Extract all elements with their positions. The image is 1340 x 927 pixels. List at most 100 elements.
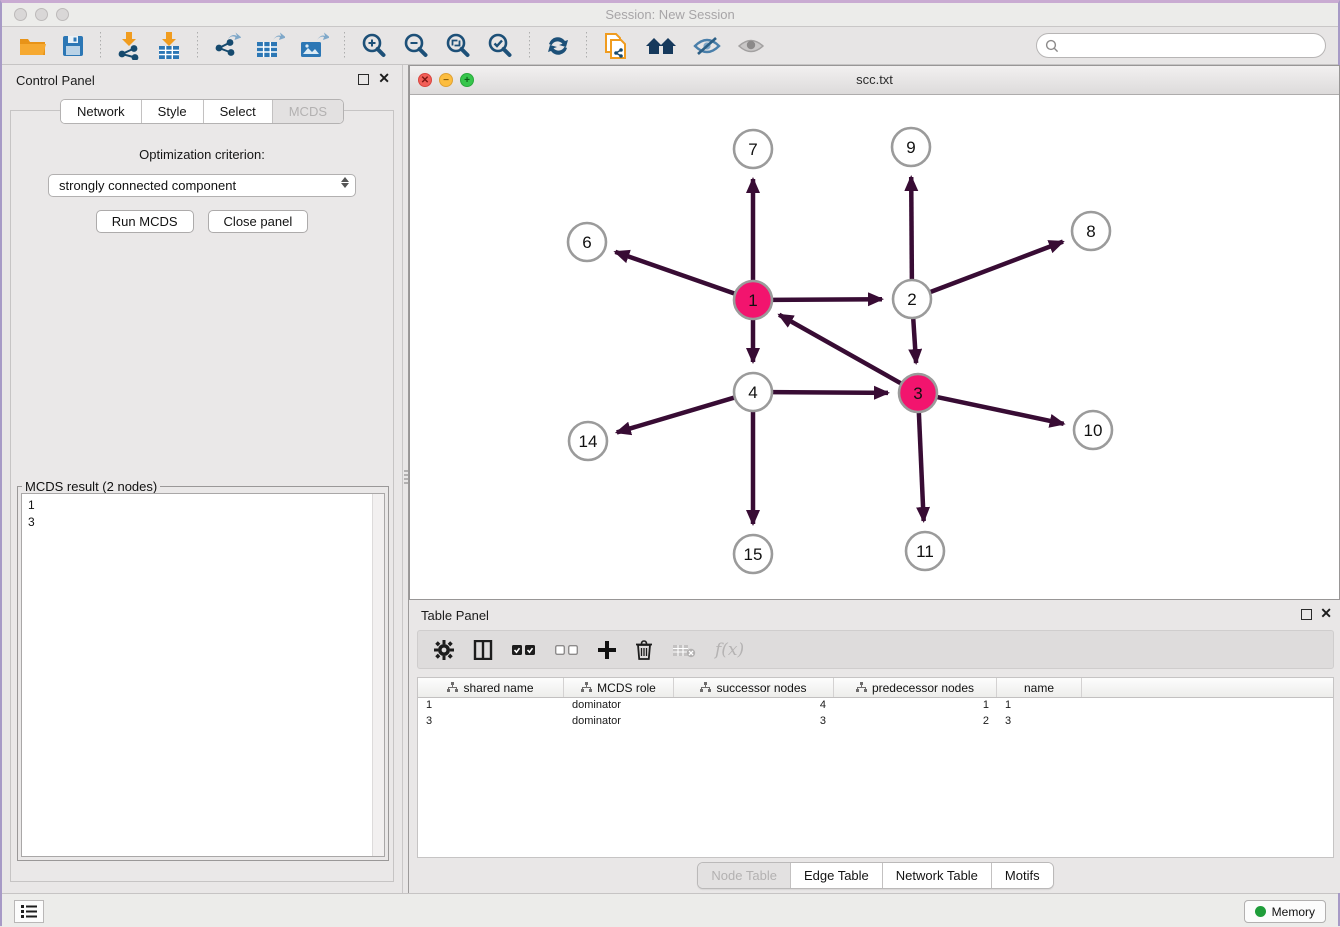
window-zoom-button[interactable] [56,8,69,21]
tab-style[interactable]: Style [142,100,204,123]
zoom-in-icon[interactable] [353,31,395,61]
column-header-shared-name[interactable]: shared name [418,678,564,697]
hierarchy-icon [856,682,867,693]
import-table-icon[interactable] [149,31,189,61]
graph-edge-4-14[interactable] [617,397,735,432]
control-panel-float-button[interactable] [358,74,369,85]
eye-icon[interactable] [729,31,773,61]
table-panel-close-button[interactable]: ✕ [1320,606,1332,620]
tab-select[interactable]: Select [204,100,273,123]
window-minimize-button[interactable] [35,8,48,21]
run-mcds-button[interactable]: Run MCDS [96,210,194,233]
export-table-icon[interactable] [248,31,292,61]
network-window-title: scc.txt [410,66,1339,94]
mcds-result-title: MCDS result (2 nodes) [22,479,160,494]
svg-text:4: 4 [748,383,757,402]
graph-node-7[interactable]: 7 [734,130,772,168]
tab-motifs[interactable]: Motifs [992,863,1053,888]
save-icon[interactable] [54,31,92,61]
tab-network-table[interactable]: Network Table [883,863,992,888]
window-close-button[interactable] [14,8,27,21]
result-line: 3 [28,514,384,531]
network-window-titlebar[interactable]: ✕ − + scc.txt [410,66,1339,95]
add-column-icon[interactable] [598,641,616,659]
column-header-mcds-role[interactable]: MCDS role [564,678,674,697]
graph-node-4[interactable]: 4 [734,373,772,411]
svg-text:1: 1 [748,291,757,310]
column-header-predecessor-nodes[interactable]: predecessor nodes [834,678,997,697]
search-box[interactable] [1036,33,1326,58]
graph-edge-3-11[interactable] [919,412,924,521]
delete-column-icon[interactable] [635,640,653,660]
status-bar: Memory [2,893,1338,927]
table-panel-float-button[interactable] [1301,609,1312,620]
graph-edge-1-6[interactable] [615,252,735,294]
network-minimize-button[interactable]: − [439,73,453,87]
svg-text:8: 8 [1086,222,1095,241]
gear-icon[interactable] [434,640,454,660]
graph-node-11[interactable]: 11 [906,532,944,570]
column-header-name[interactable]: name [997,678,1082,697]
split-columns-icon[interactable] [473,640,493,660]
export-network-icon[interactable] [206,31,248,61]
column-header-successor-nodes[interactable]: successor nodes [674,678,834,697]
folder-open-icon[interactable] [12,31,54,61]
table-row[interactable]: 1 dominator 4 1 1 [418,698,1333,714]
zoom-out-icon[interactable] [395,31,437,61]
function-builder-icon: f(x) [715,640,744,660]
select-all-columns-icon[interactable] [512,643,536,657]
cell-shared-name: 3 [418,714,564,730]
graph-node-10[interactable]: 10 [1074,411,1112,449]
mcds-result-fieldset: MCDS result (2 nodes) 1 3 [17,486,389,861]
panel-splitter[interactable] [402,65,409,893]
close-panel-button[interactable]: Close panel [208,210,309,233]
graph-node-8[interactable]: 8 [1072,212,1110,250]
tab-edge-table[interactable]: Edge Table [791,863,883,888]
export-image-icon[interactable] [292,31,336,61]
graph-node-1[interactable]: 1 [734,281,772,319]
svg-text:9: 9 [906,138,915,157]
graph-edge-2-9[interactable] [911,177,912,280]
memory-label: Memory [1272,905,1315,919]
deselect-all-columns-icon[interactable] [555,643,579,657]
graph-node-15[interactable]: 15 [734,535,772,573]
cell-successor-nodes: 4 [674,698,834,714]
tab-node-table[interactable]: Node Table [698,863,791,888]
network-maximize-button[interactable]: + [460,73,474,87]
zoom-selected-icon[interactable] [479,31,521,61]
graph-node-6[interactable]: 6 [568,223,606,261]
table-row[interactable]: 3 dominator 3 2 3 [418,714,1333,730]
mcds-result-textarea[interactable]: 1 3 [21,493,385,857]
graph-edge-1-2[interactable] [772,299,882,300]
refresh-icon[interactable] [538,31,578,61]
memory-button[interactable]: Memory [1244,900,1326,923]
network-close-button[interactable]: ✕ [418,73,432,87]
graph-edge-2-8[interactable] [930,242,1063,293]
tab-network[interactable]: Network [61,100,142,123]
optimization-criterion-label: Optimization criterion: [11,147,393,162]
eye-slash-icon[interactable] [685,31,729,61]
toolbar-separator [529,32,530,60]
mcds-panel: Optimization criterion: strongly connect… [10,110,394,882]
graph-edge-4-3[interactable] [772,392,888,393]
task-history-button[interactable] [14,900,44,923]
graph-edge-2-3[interactable] [913,318,916,363]
criterion-dropdown[interactable]: strongly connected component [48,174,356,197]
search-input[interactable] [1059,39,1325,53]
cell-successor-nodes: 3 [674,714,834,730]
graph-node-9[interactable]: 9 [892,128,930,166]
control-panel-close-button[interactable]: ✕ [378,71,390,85]
graph-edge-3-1[interactable] [779,315,901,384]
clone-network-icon[interactable] [595,31,637,61]
graph-node-3[interactable]: 3 [899,374,937,412]
result-scrollbar[interactable] [372,494,384,856]
tab-mcds[interactable]: MCDS [273,100,343,123]
import-network-icon[interactable] [109,31,149,61]
network-canvas[interactable]: 7 9 6 8 1 2 4 3 14 10 15 11 [410,95,1339,599]
control-panel-title: Control Panel [16,73,95,88]
graph-edge-3-10[interactable] [937,397,1064,424]
graph-node-14[interactable]: 14 [569,422,607,460]
zoom-fit-icon[interactable] [437,31,479,61]
houses-icon[interactable] [637,31,685,61]
graph-node-2[interactable]: 2 [893,280,931,318]
